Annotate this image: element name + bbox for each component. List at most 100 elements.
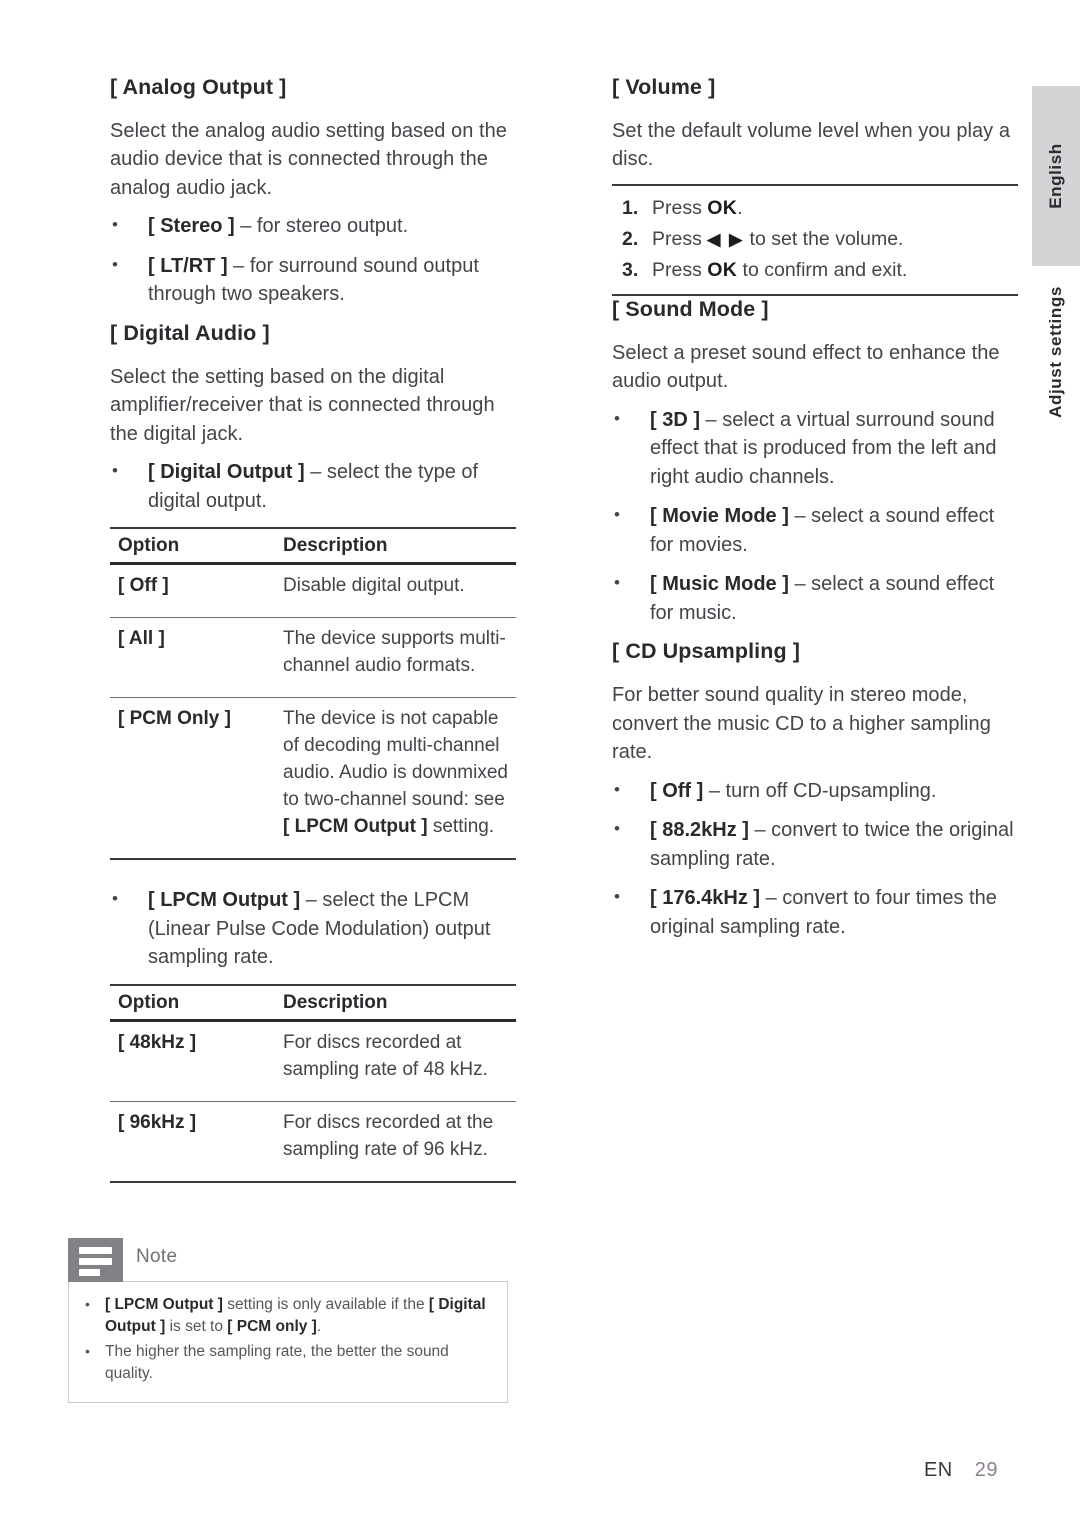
note-line-1 — [79, 1247, 112, 1254]
bullet-desc: – select a virtual surround sound effect… — [650, 408, 997, 488]
bullet-term: [ 3D ] — [650, 408, 700, 431]
note-text-1: The higher the sampling rate, the better… — [105, 1343, 449, 1382]
left-column: [ Analog Output ] Select the analog audi… — [110, 74, 516, 1183]
step-key: OK — [707, 258, 738, 281]
language-tab: English — [1032, 86, 1080, 266]
note-line-2 — [79, 1258, 112, 1265]
cell-description-bold: [ LPCM Output ] — [283, 816, 428, 838]
list-item: [ Music Mode ] – select a sound effect f… — [612, 569, 1018, 627]
list-item: [ Digital Output ] – select the type of … — [110, 457, 516, 515]
cell-option: [ 96kHz ] — [118, 1111, 197, 1133]
volume-steps-block: 1. Press OK. 2. Press ◀ ▶ to set the volum… — [612, 183, 1018, 296]
note-text-1: setting is only available if the — [222, 1296, 429, 1313]
volume-intro: Set the default volume level when you pl… — [612, 119, 1011, 171]
list-item: 2. Press ◀ ▶ to set the volume. — [612, 224, 1018, 255]
cell-option: [ Off ] — [110, 563, 275, 619]
column-header-option: Option — [110, 984, 275, 1022]
digital-output-bullet-list: [ Digital Output ] – select the type of … — [110, 457, 516, 515]
bullet-term: [ Music Mode ] — [650, 573, 789, 596]
bullet-term: [ 176.4kHz ] — [650, 887, 761, 910]
cell-description: For discs recorded at the sampling rate … — [283, 1111, 494, 1160]
table-row: [ 48kHz ] For discs recorded at sampling… — [110, 1020, 516, 1102]
analog-output-heading: [ Analog Output ] — [110, 75, 287, 99]
table-row: [ 96kHz ] For discs recorded at the samp… — [110, 1101, 516, 1182]
list-item: [ LPCM Output ] setting is only availabl… — [79, 1293, 493, 1338]
cell-description: The device is not capable of decoding mu… — [275, 698, 516, 860]
cell-option: [ 48kHz ] — [110, 1020, 275, 1102]
note-text-2: is set to — [165, 1318, 228, 1335]
step-key: OK — [707, 196, 738, 219]
note-list: [ LPCM Output ] setting is only availabl… — [79, 1293, 493, 1385]
sound-mode-heading: [ Sound Mode ] — [612, 296, 769, 321]
bullet-term: [ LT/RT ] — [148, 254, 228, 277]
list-item: The higher the sampling rate, the better… — [79, 1340, 493, 1385]
lpcm-output-options-table: Option Description [ 48kHz ] For discs r… — [110, 983, 516, 1183]
cd-upsampling-bullet-list: [ Off ] – turn off CD-upsampling. [ 88.2… — [612, 776, 1018, 942]
step-text-post: to set the volume. — [744, 227, 904, 250]
chapter-tab: Adjust settings — [1032, 272, 1080, 432]
language-tab-label: English — [1046, 143, 1065, 209]
manual-page: English Adjust settings [ Analog Output … — [0, 0, 1080, 1527]
column-header-description: Description — [275, 984, 516, 1022]
table-row: [ All ] The device supports multi-channe… — [110, 617, 516, 699]
analog-output-intro: Select the analog audio setting based on… — [110, 119, 507, 199]
step-text-post: . — [737, 196, 743, 219]
sound-mode-bullet-list: [ 3D ] – select a virtual surround sound… — [612, 405, 1018, 628]
footer-language-code: EN — [923, 1459, 953, 1481]
step-number: 2. — [622, 227, 639, 250]
volume-heading: [ Volume ] — [612, 75, 716, 99]
cd-upsampling-heading: [ CD Upsampling ] — [612, 639, 801, 664]
note-line-3 — [79, 1269, 100, 1276]
list-item: [ LPCM Output ] – select the LPCM (Linea… — [110, 885, 516, 972]
digital-output-options-table: Option Description [ Off ] Disable digit… — [110, 527, 516, 861]
volume-steps-list: 1. Press OK. 2. Press ◀ ▶ to set the volum… — [612, 193, 1018, 286]
digital-audio-heading: [ Digital Audio ] — [110, 320, 270, 345]
step-text-pre: Press — [652, 196, 708, 219]
note-bold-3: [ PCM only ] — [227, 1318, 317, 1335]
table-header-row: Option Description — [110, 984, 516, 1022]
page-footer: EN 29 — [924, 1459, 998, 1482]
note-box: Note [ LPCM Output ] setting is only ava… — [68, 1238, 508, 1403]
cell-description: Disable digital output. — [275, 563, 516, 619]
list-item: [ 88.2kHz ] – convert to twice the origi… — [612, 815, 1018, 873]
digital-audio-intro: Select the setting based on the digital … — [110, 365, 495, 445]
note-lines-icon — [68, 1238, 123, 1282]
list-item: [ 3D ] – select a virtual surround sound… — [612, 405, 1018, 492]
cell-description: For discs recorded at sampling rate of 4… — [275, 1020, 516, 1102]
note-text-3: . — [316, 1318, 322, 1335]
analog-output-bullet-list: [ Stereo ] – for stereo output. [ LT/RT … — [110, 211, 516, 309]
sound-mode-intro: Select a preset sound effect to enhance … — [612, 341, 1000, 393]
list-item: [ Off ] – turn off CD-upsampling. — [612, 776, 1018, 806]
chapter-tab-label: Adjust settings — [1046, 286, 1065, 418]
column-header-description: Description — [275, 528, 516, 566]
footer-page-number: 29 — [974, 1459, 998, 1481]
step-number: 3. — [622, 258, 639, 281]
cell-description-pre: The device is not capable of decoding mu… — [283, 708, 508, 811]
list-item: [ Stereo ] – for stereo output. — [110, 211, 516, 241]
note-bold-1: [ LPCM Output ] — [105, 1296, 223, 1313]
table-header-row: Option Description — [110, 528, 516, 566]
step-text-pre: Press — [652, 227, 708, 250]
bullet-term: [ Digital Output ] — [148, 461, 305, 484]
right-column: [ Volume ] Set the default volume level … — [612, 74, 1018, 952]
table-row: [ Off ] Disable digital output. — [110, 563, 516, 619]
bullet-term: [ Stereo ] — [148, 215, 235, 238]
bullet-term: [ 88.2kHz ] — [650, 819, 749, 842]
lpcm-output-bullet-list: [ LPCM Output ] – select the LPCM (Linea… — [110, 885, 516, 972]
note-body: [ LPCM Output ] setting is only availabl… — [68, 1281, 508, 1403]
bullet-term: [ Off ] — [650, 779, 704, 802]
step-text-pre: Press — [652, 258, 708, 281]
cell-option: [ PCM Only ] — [118, 708, 231, 730]
bullet-term: [ Movie Mode ] — [650, 505, 789, 528]
list-item: [ Movie Mode ] – select a sound effect f… — [612, 501, 1018, 559]
list-item: [ 176.4kHz ] – convert to four times the… — [612, 883, 1018, 941]
list-item: 3. Press OK to confirm and exit. — [612, 255, 1018, 286]
cell-description: The device supports multi-channel audio … — [275, 617, 516, 699]
bullet-desc: – for stereo output. — [234, 215, 409, 238]
step-number: 1. — [622, 196, 639, 219]
list-item: 1. Press OK. — [612, 193, 1018, 224]
table-row: [ PCM Only ] The device is not capable o… — [110, 698, 516, 860]
list-item: [ LT/RT ] – for surround sound output th… — [110, 251, 516, 309]
cd-upsampling-intro: For better sound quality in stereo mode,… — [612, 684, 991, 764]
left-right-arrow-icon: ◀ ▶ — [707, 229, 745, 249]
